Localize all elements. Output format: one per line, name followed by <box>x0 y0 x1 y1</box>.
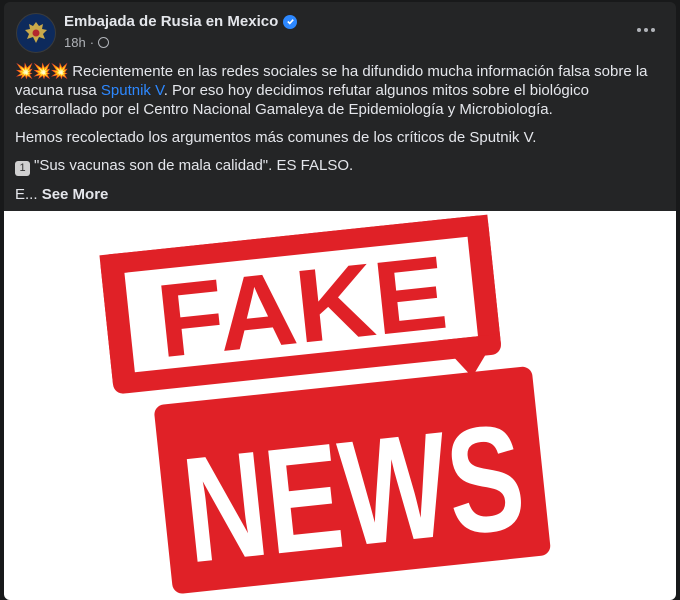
news-word: NEWS <box>176 392 532 595</box>
fake-news-stamp-image: FAKE NEWS <box>99 214 551 595</box>
page-avatar[interactable] <box>16 13 56 53</box>
page-name[interactable]: Embajada de Rusia en Mexico <box>64 13 298 30</box>
post-paragraph-1: 💥💥💥 Recientemente en las redes sociales … <box>15 62 664 119</box>
keycap-one-icon: 1 <box>15 161 30 176</box>
meta-separator: · <box>89 35 95 50</box>
truncated-text: E... <box>15 186 38 203</box>
post-paragraph-3: 1 "Sus vacunas son de mala calidad". ES F… <box>15 156 664 176</box>
post-time[interactable]: 18h <box>64 35 86 50</box>
coat-of-arms-icon <box>25 22 47 43</box>
post-card: Embajada de Rusia en Mexico 18h · 💥💥💥 Re… <box>4 2 676 600</box>
more-options-icon[interactable] <box>632 18 660 42</box>
post-text: 💥💥💥 Recientemente en las redes sociales … <box>4 58 676 204</box>
globe-icon[interactable] <box>98 37 110 48</box>
verified-badge-icon <box>283 14 298 29</box>
paragraph-3-text: "Sus vacunas son de mala calidad". ES FA… <box>34 157 354 174</box>
see-more-link[interactable]: See More <box>42 186 109 203</box>
post-paragraph-2: Hemos recolectado los argumentos más com… <box>15 129 537 146</box>
post-image[interactable]: FAKE NEWS <box>4 211 676 600</box>
page-name-label[interactable]: Embajada de Rusia en Mexico <box>64 13 278 30</box>
post-header: Embajada de Rusia en Mexico 18h · <box>4 2 676 58</box>
sputnik-hashtag-link[interactable]: Sputnik V <box>101 82 164 99</box>
collision-emoji-icon: 💥💥💥 <box>15 63 69 80</box>
post-meta: 18h · <box>64 35 110 50</box>
post-paragraph-4: E... See More <box>15 185 664 204</box>
